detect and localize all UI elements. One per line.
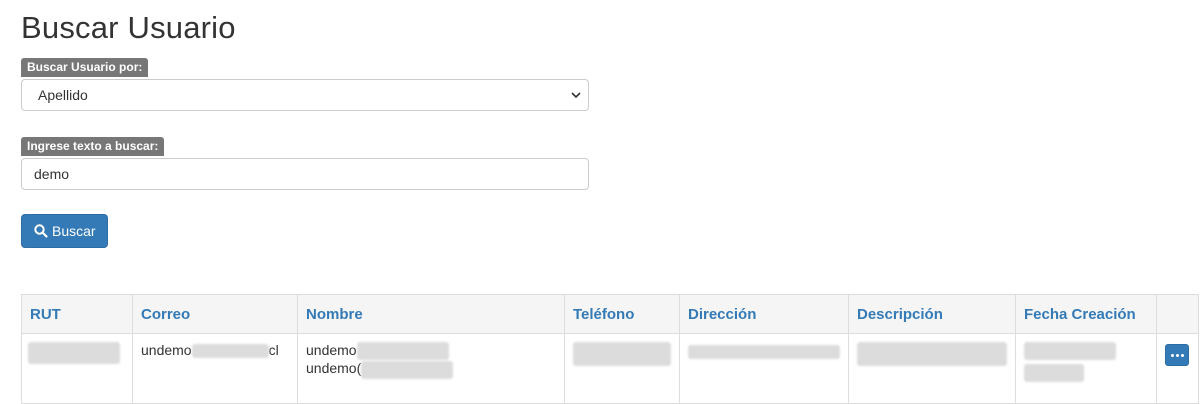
page: Buscar Usuario Buscar Usuario por: Apell… [0,0,1200,404]
cell-descripcion [848,333,1016,404]
nombre-line-1: undemo [306,342,556,361]
query-value: demo [34,166,70,182]
search-by-label: Buscar Usuario por: [21,58,149,77]
cell-fecha-creacion [1015,333,1157,404]
cell-correo: undemo cl [132,333,298,404]
cell-actions [1156,333,1199,404]
redacted-descripcion [857,342,1007,366]
cell-rut [21,333,133,404]
col-correo[interactable]: Correo [132,294,298,334]
chevron-down-icon [571,92,581,99]
search-by-select[interactable]: Apellido [21,79,589,111]
table-row: undemo cl undemo undemo( [21,333,1199,404]
nombre-line-2: undemo( [306,360,556,379]
table-header-row: RUT Correo Nombre Teléfono Dirección Des… [21,294,1199,334]
page-title: Buscar Usuario [21,10,236,45]
col-actions [1156,294,1199,334]
cell-direccion [679,333,849,404]
results-table: RUT Correo Nombre Teléfono Dirección Des… [21,294,1199,404]
correo-prefix: undemo [141,342,192,358]
col-direccion[interactable]: Dirección [679,294,849,334]
redacted-nombre-2 [361,360,454,379]
col-nombre[interactable]: Nombre [297,294,565,334]
redacted-correo [191,344,269,359]
search-by-selected: Apellido [38,87,88,103]
search-icon [34,224,48,238]
redacted-telefono [573,342,671,366]
col-telefono[interactable]: Teléfono [564,294,680,334]
redacted-rut [28,342,120,364]
query-input[interactable]: demo [21,158,589,190]
col-descripcion[interactable]: Descripción [848,294,1016,334]
query-label: Ingrese texto a buscar: [21,137,165,156]
correo-suffix: cl [268,342,279,358]
col-fecha-creacion[interactable]: Fecha Creación [1015,294,1157,334]
search-button[interactable]: Buscar [21,214,108,248]
row-actions-button[interactable] [1165,344,1189,366]
search-button-label: Buscar [52,223,96,239]
col-rut[interactable]: RUT [21,294,133,334]
cell-telefono [564,333,680,404]
redacted-nombre-1 [356,342,449,361]
cell-nombre: undemo undemo( [297,333,565,404]
redacted-fecha-2 [1024,364,1084,383]
redacted-direccion [688,345,840,360]
redacted-fecha-1 [1024,342,1116,361]
